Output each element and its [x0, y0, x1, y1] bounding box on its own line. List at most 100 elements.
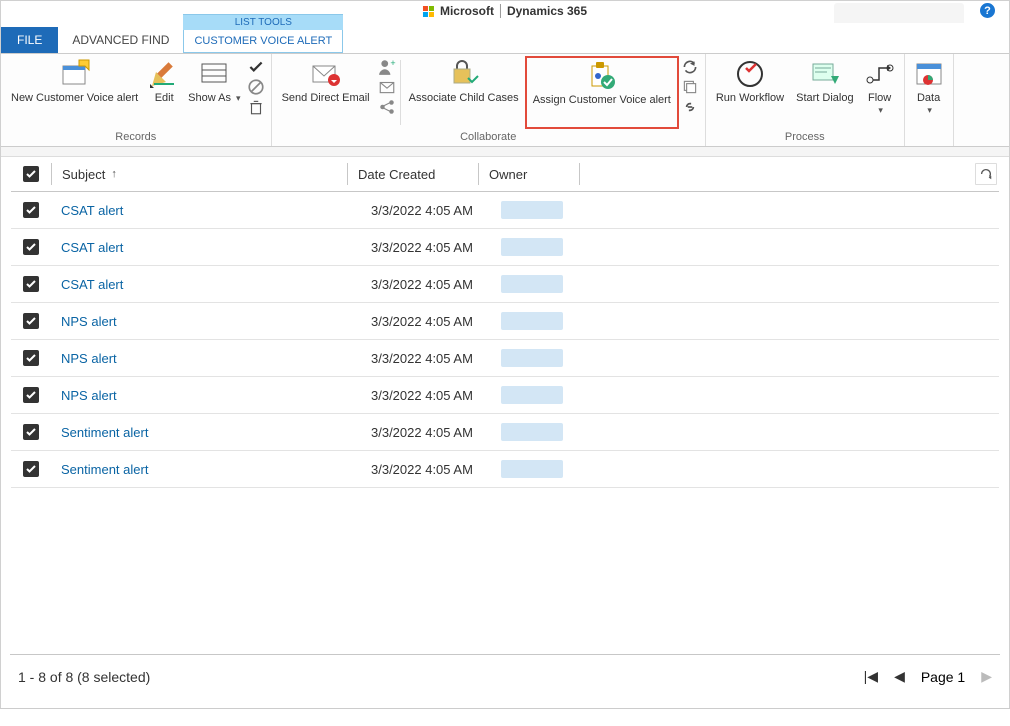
new-record-icon: [59, 58, 91, 90]
cell-owner: [491, 386, 591, 404]
child-cases-icon: [448, 58, 480, 90]
show-as-button[interactable]: Show As: [184, 56, 244, 129]
record-link[interactable]: NPS alert: [61, 351, 117, 366]
edit-button[interactable]: Edit: [144, 56, 184, 129]
cell-date-created: 3/3/2022 4:05 AM: [361, 351, 491, 366]
row-checkbox[interactable]: [11, 276, 51, 292]
workflow-icon: [734, 58, 766, 90]
cell-date-created: 3/3/2022 4:05 AM: [361, 425, 491, 440]
record-link[interactable]: NPS alert: [61, 314, 117, 329]
tab-file[interactable]: FILE: [1, 27, 58, 53]
window-footer: [0, 708, 1010, 726]
share-icon[interactable]: [378, 98, 396, 116]
record-link[interactable]: Sentiment alert: [61, 462, 148, 477]
ribbon-group-collaborate-title: Collaborate: [272, 129, 705, 146]
table-row[interactable]: NPS alert 3/3/2022 4:05 AM: [11, 377, 999, 414]
row-checkbox[interactable]: [11, 313, 51, 329]
flow-button[interactable]: Flow: [860, 56, 900, 129]
table-row[interactable]: Sentiment alert 3/3/2022 4:05 AM: [11, 451, 999, 488]
assign-alert-label: Assign Customer Voice alert: [533, 94, 671, 106]
associate-child-label: Associate Child Cases: [409, 92, 519, 104]
refresh-small-icon[interactable]: [681, 58, 699, 76]
email-link-icon[interactable]: [681, 98, 699, 116]
record-link[interactable]: NPS alert: [61, 388, 117, 403]
brand-separator: [500, 4, 501, 18]
ribbon-group-records-title: Records: [1, 129, 271, 146]
table-row[interactable]: CSAT alert3/3/2022 4:05 AM: [11, 229, 999, 266]
data-button[interactable]: Data: [909, 56, 949, 141]
column-header-owner[interactable]: Owner: [479, 167, 579, 182]
help-icon[interactable]: ?: [980, 3, 995, 18]
cell-owner: [491, 460, 591, 478]
brand: Microsoft Dynamics 365: [423, 4, 587, 18]
assign-icon: [586, 60, 618, 92]
row-checkbox[interactable]: [11, 424, 51, 440]
tab-advanced-find[interactable]: ADVANCED FIND: [58, 27, 183, 53]
start-dialog-button[interactable]: Start Dialog: [790, 56, 859, 129]
cell-date-created: 3/3/2022 4:05 AM: [361, 277, 491, 292]
column-header-date-created[interactable]: Date Created: [348, 167, 478, 182]
associate-child-cases-button[interactable]: Associate Child Cases: [403, 56, 525, 129]
cell-date-created: 3/3/2022 4:05 AM: [361, 203, 491, 218]
ribbon-content-gap: [1, 147, 1009, 157]
column-header-subject[interactable]: Subject ↑: [52, 167, 347, 182]
row-checkbox[interactable]: [11, 387, 51, 403]
next-page-button[interactable]: ▶: [981, 668, 992, 685]
table-row[interactable]: CSAT alert 3/3/2022 4:05 AM: [11, 192, 999, 229]
cell-date-created: 3/3/2022 4:05 AM: [361, 388, 491, 403]
deactivate-icon[interactable]: [247, 78, 265, 96]
brand-product: Dynamics 365: [507, 4, 587, 18]
table-row[interactable]: NPS alert3/3/2022 4:05 AM: [11, 303, 999, 340]
cell-owner: [491, 275, 591, 293]
start-dialog-label: Start Dialog: [796, 92, 853, 104]
data-icon: [913, 58, 945, 90]
assign-customer-voice-alert-button[interactable]: Assign Customer Voice alert: [525, 56, 679, 129]
microsoft-logo-icon: [423, 6, 434, 17]
table-row[interactable]: CSAT alert 3/3/2022 4:05 AM: [11, 266, 999, 303]
row-checkbox[interactable]: [11, 239, 51, 255]
prev-page-button[interactable]: ◀: [894, 668, 905, 685]
flow-label: Flow: [868, 92, 891, 116]
ribbon-group-records: New Customer Voice alert Edit Show As Re: [1, 54, 272, 146]
cell-owner: [491, 349, 591, 367]
cell-owner: [491, 238, 591, 256]
edit-icon: [148, 58, 180, 90]
send-direct-email-button[interactable]: Send Direct Email: [276, 56, 376, 129]
delete-icon[interactable]: [247, 98, 265, 116]
sort-asc-icon: ↑: [111, 168, 117, 180]
record-link[interactable]: CSAT alert: [61, 277, 123, 292]
flow-icon: [864, 58, 896, 90]
run-workflow-label: Run Workflow: [716, 92, 784, 104]
record-link[interactable]: CSAT alert: [61, 203, 123, 218]
run-workflow-button[interactable]: Run Workflow: [710, 56, 790, 129]
new-customer-voice-alert-button[interactable]: New Customer Voice alert: [5, 56, 144, 129]
app-header: Microsoft Dynamics 365 ? ⌄: [1, 1, 1009, 23]
data-label: Data: [917, 92, 940, 116]
email-icon: [310, 58, 342, 90]
cell-owner: [491, 423, 591, 441]
select-all-checkbox[interactable]: [11, 166, 51, 182]
cell-owner: [491, 312, 591, 330]
tab-strip: FILE ADVANCED FIND LIST TOOLS CUSTOMER V…: [1, 23, 1009, 53]
refresh-grid-button[interactable]: [975, 163, 997, 185]
show-as-icon: [198, 58, 230, 90]
record-link[interactable]: CSAT alert: [61, 240, 123, 255]
row-checkbox[interactable]: [11, 202, 51, 218]
row-checkbox[interactable]: [11, 350, 51, 366]
table-row[interactable]: NPS alert 3/3/2022 4:05 AM: [11, 340, 999, 377]
cell-date-created: 3/3/2022 4:05 AM: [361, 462, 491, 477]
tab-customer-voice-alert[interactable]: CUSTOMER VOICE ALERT: [184, 30, 342, 52]
record-range-text: 1 - 8 of 8 (8 selected): [18, 669, 150, 685]
row-checkbox[interactable]: [11, 461, 51, 477]
ribbon-group-data-title: [905, 141, 953, 146]
table-row[interactable]: Sentiment alert 3/3/2022 4:05 AM: [11, 414, 999, 451]
grid-header: Subject ↑ Date Created Owner: [11, 157, 999, 192]
ribbon: New Customer Voice alert Edit Show As Re: [1, 53, 1009, 147]
add-contact-icon[interactable]: +: [378, 58, 396, 76]
mail-merge-icon[interactable]: [378, 78, 396, 96]
activate-icon[interactable]: [247, 58, 265, 76]
copy-link-icon[interactable]: [681, 78, 699, 96]
first-page-button[interactable]: |◀: [864, 668, 878, 685]
ribbon-group-data: Data: [905, 54, 954, 146]
record-link[interactable]: Sentiment alert: [61, 425, 148, 440]
